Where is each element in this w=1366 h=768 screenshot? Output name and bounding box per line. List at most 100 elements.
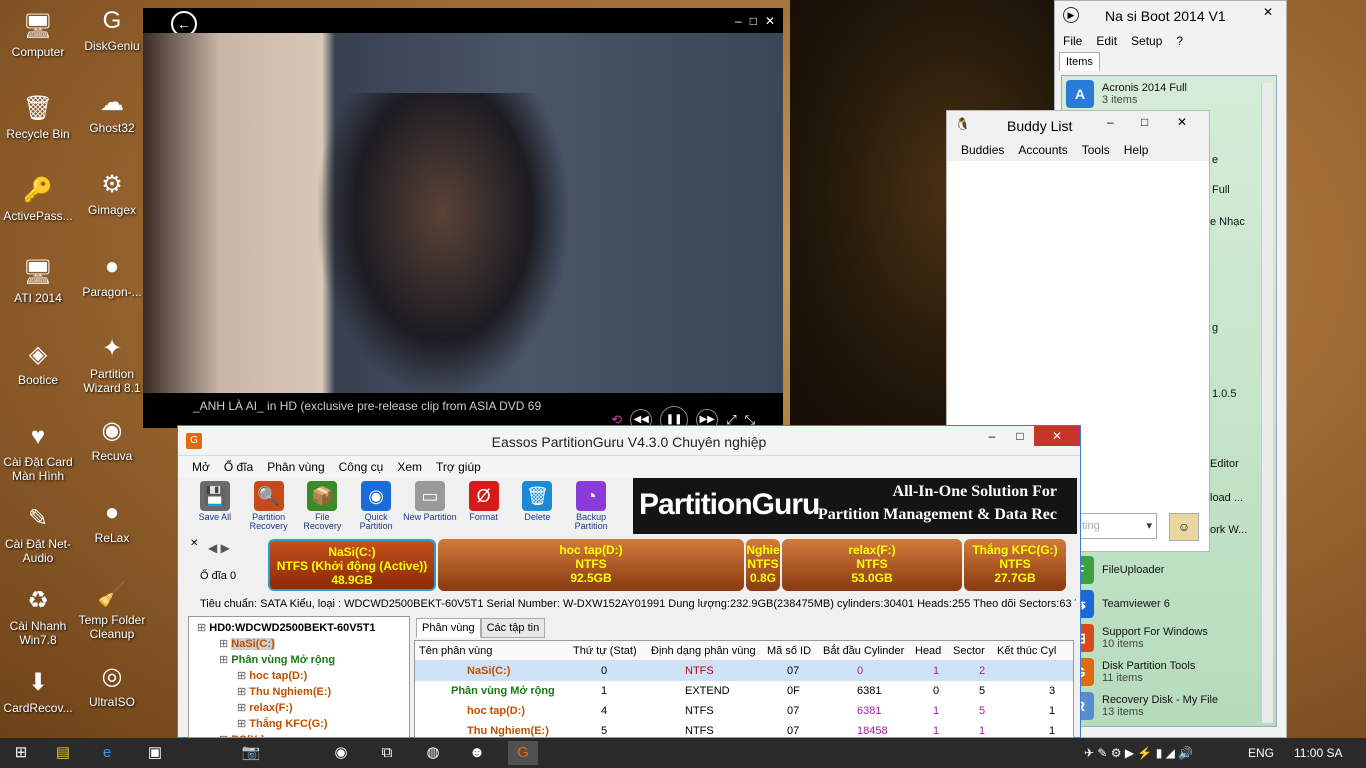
partition-segment[interactable]: hoc tap(D:) NTFS 92.5GB <box>438 539 744 591</box>
expand-icon[interactable]: ⊞ <box>197 622 209 634</box>
menu-item[interactable]: Xem <box>397 460 422 474</box>
nasi-list-item[interactable]: ⇆Teamviewer 6 <box>1066 590 1170 618</box>
toolbar-button[interactable]: ◉ Quick Partition <box>349 478 403 534</box>
desktop-icon[interactable]: ♥ Cài Đặt Card Màn Hình <box>2 422 74 483</box>
expand-icon[interactable]: ⊞ <box>237 702 249 714</box>
minimize-icon[interactable]: – <box>1107 115 1114 129</box>
tab-items[interactable]: Items <box>1059 52 1100 71</box>
menu-item[interactable]: Ổ đĩa <box>224 460 253 474</box>
tree-node[interactable]: ⊞ Phân vùng Mở rộng <box>219 653 335 666</box>
close-icon[interactable]: ✕ <box>1034 426 1080 446</box>
desktop-icon[interactable]: ⬇ CardRecov... <box>2 668 74 715</box>
maximize-icon[interactable]: □ <box>750 14 757 28</box>
toolbar-button[interactable]: 🗑 Delete <box>511 478 565 534</box>
remote-desktop-icon[interactable]: ⧉ <box>372 741 402 765</box>
menu-item[interactable]: Công cụ <box>339 460 384 474</box>
status-select[interactable]: ting ▾ <box>1077 513 1157 539</box>
desktop-icon[interactable]: 🗑 Recycle Bin <box>2 94 74 141</box>
partition-segment[interactable]: Nghie NTFS 0.8G <box>746 539 780 591</box>
close-icon[interactable]: ✕ <box>1177 115 1187 129</box>
toolbar-button[interactable]: 📦 File Recovery <box>296 478 350 534</box>
close-icon[interactable]: ✕ <box>1255 5 1281 23</box>
desktop-icon[interactable]: ☁ Ghost32 <box>76 88 148 135</box>
tray-icons[interactable]: ✈ ✎ ⚙ ▶ ⚡ ▮ ◢ 🔊 <box>1084 746 1193 760</box>
desktop-icon[interactable]: ● ReLax <box>76 498 148 545</box>
expand-icon[interactable]: ⊞ <box>237 718 249 730</box>
menu-item[interactable]: File <box>1063 34 1082 48</box>
pidgin-task-icon[interactable]: ☻ <box>462 741 492 765</box>
tree-node[interactable]: ⊞ Thắng KFC(G:) <box>237 717 327 730</box>
column-header[interactable]: Mã số ID <box>767 645 811 657</box>
toolbar-button[interactable]: 💾 Save All <box>188 478 242 534</box>
column-header[interactable]: Định dạng phân vùng <box>651 645 756 657</box>
menu-item[interactable]: Tools <box>1082 143 1110 157</box>
maximize-icon[interactable]: □ <box>1006 426 1034 446</box>
tree-node[interactable]: ⊞ NaSi(C:) <box>219 637 275 650</box>
avatar[interactable]: ☺ <box>1169 513 1199 541</box>
menu-item[interactable]: Mở <box>192 460 210 474</box>
file-explorer-icon[interactable]: ▤ <box>48 741 78 765</box>
desktop-icon[interactable]: ♻ Cài Nhanh Win7.8 <box>2 586 74 647</box>
menu-item[interactable]: Edit <box>1096 34 1117 48</box>
clock[interactable]: 11:00 SA <box>1294 746 1342 760</box>
partitionguru-task-icon[interactable]: G <box>508 741 538 765</box>
toolbar-button[interactable]: ▭ New Partition <box>403 478 457 534</box>
desktop-icon[interactable]: ● Paragon-... <box>76 252 148 299</box>
close-icon[interactable]: ✕ <box>765 14 775 28</box>
table-row[interactable]: NaSi(C:) 0 NTFS 07 0 1 2 <box>415 661 1073 681</box>
language-indicator[interactable]: ENG <box>1248 746 1274 760</box>
scrollbar[interactable] <box>1261 83 1273 723</box>
desktop-icon[interactable]: G DiskGeniu <box>76 6 148 53</box>
expand-icon[interactable]: ⊞ <box>219 638 231 650</box>
expand-icon[interactable]: ⊞ <box>219 654 231 666</box>
desktop-icon[interactable]: 🧹 Temp Folder Cleanup <box>76 580 148 641</box>
nasi-list-item[interactable]: ⊞Support For Windows10 items <box>1066 624 1208 652</box>
menu-item[interactable]: ? <box>1176 34 1183 48</box>
table-row[interactable]: Thu Nghiem(E:) 5 NTFS 07 18458 1 1 1 <box>415 721 1073 737</box>
column-header[interactable]: Tên phân vùng <box>419 645 492 657</box>
camera-icon[interactable]: 📷 <box>236 741 266 765</box>
tree-node[interactable]: ⊞ HD0:WDCWD2500BEKT-60V5T1 <box>197 621 376 634</box>
desktop-icon[interactable]: ◈ Bootice <box>2 340 74 387</box>
app-icon[interactable]: ▣ <box>140 741 170 765</box>
menu-item[interactable]: Phân vùng <box>267 460 324 474</box>
ie-icon[interactable]: e <box>92 741 122 765</box>
partition-segment[interactable]: NaSi(C:) NTFS (Khởi động (Active)) 48.9GB <box>268 539 436 591</box>
column-header[interactable]: Kết thúc Cyl <box>997 645 1056 657</box>
video-player-window[interactable]: ← – □ ✕ _ANH LÀ AI_ in HD (exclusive pre… <box>143 8 783 434</box>
menu-item[interactable]: Accounts <box>1018 143 1067 157</box>
menu-item[interactable]: Help <box>1124 143 1149 157</box>
minimize-icon[interactable]: – <box>978 426 1006 446</box>
partition-segment[interactable]: Thắng KFC(G:) NTFS 27.7GB <box>964 539 1066 591</box>
expand-icon[interactable]: ⊞ <box>237 670 249 682</box>
video-frame[interactable] <box>143 33 783 393</box>
toolbar-button[interactable]: 🔍 Partition Recovery <box>242 478 296 534</box>
nasi-list-item[interactable]: A Acronis 2014 Full 3 items <box>1066 80 1187 108</box>
desktop-icon[interactable]: ✎ Cài Đặt Net-Audio <box>2 504 74 565</box>
partition-segment[interactable]: relax(F:) NTFS 53.0GB <box>782 539 962 591</box>
minimize-icon[interactable]: – <box>735 14 742 28</box>
toolbar-button[interactable]: ◔ Backup Partition <box>564 478 618 534</box>
tab-partitions[interactable]: Phân vùng <box>416 618 481 638</box>
nav-arrows-icon[interactable]: ◀ ▶ <box>208 541 230 555</box>
menu-item[interactable]: Buddies <box>961 143 1004 157</box>
nasi-list-item[interactable]: RRecovery Disk - My File13 items <box>1066 692 1218 720</box>
column-header[interactable]: Sector <box>953 645 985 657</box>
table-row[interactable]: Phân vùng Mở rộng 1 EXTEND 0F 6381 0 5 3 <box>415 681 1073 701</box>
windows-start-icon[interactable]: ⊞ <box>6 741 36 765</box>
collapse-icon[interactable]: ✕ <box>190 538 198 549</box>
table-row[interactable]: hoc tap(D:) 4 NTFS 07 6381 1 5 1 <box>415 701 1073 721</box>
toolbar-button[interactable]: Ø Format <box>457 478 511 534</box>
menu-item[interactable]: Setup <box>1131 34 1162 48</box>
menu-item[interactable]: Trợ giúp <box>436 460 481 474</box>
tree-node[interactable]: ⊞ hoc tap(D:) <box>237 669 307 682</box>
desktop-icon[interactable]: 🖥 Computer <box>2 12 74 59</box>
desktop-icon[interactable]: ⚙ Gimagex <box>76 170 148 217</box>
column-header[interactable]: Head <box>915 645 941 657</box>
browser-icon[interactable]: ◍ <box>418 741 448 765</box>
desktop-icon[interactable]: ✦ Partition Wizard 8.1 <box>76 334 148 395</box>
media-player-icon[interactable]: ◉ <box>326 741 356 765</box>
desktop-icon[interactable]: ◎ UltraISO <box>76 662 148 709</box>
nasi-list-item[interactable]: GDisk Partition Tools11 items <box>1066 658 1195 686</box>
desktop-icon[interactable]: 🖥 ATI 2014 <box>2 258 74 305</box>
